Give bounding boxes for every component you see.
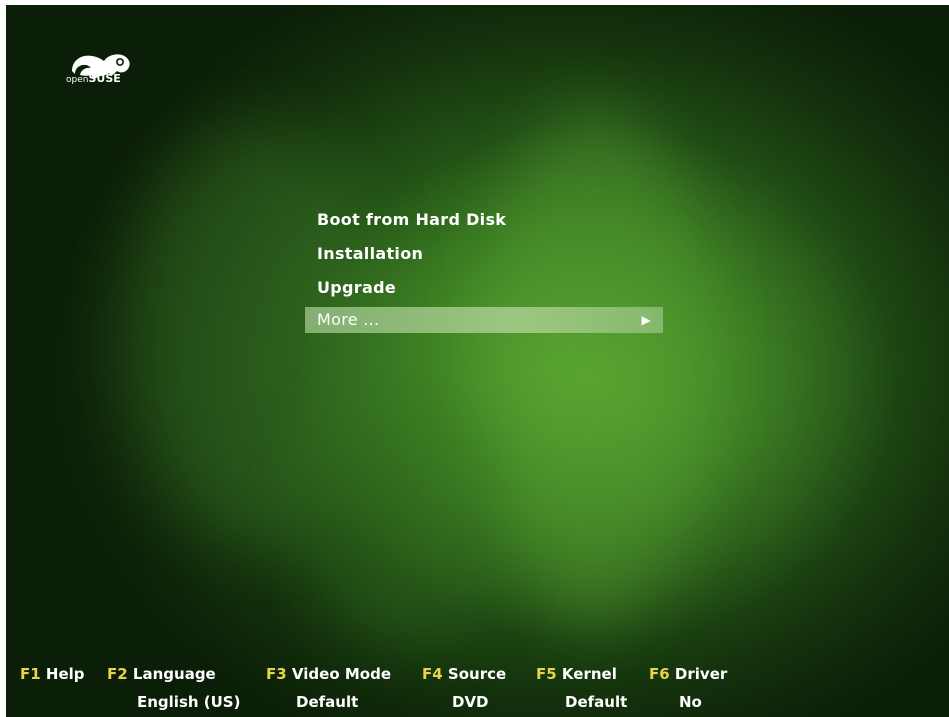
fkey-driver[interactable]: F6 Driver <box>649 665 727 683</box>
video-mode-value: Default <box>296 693 359 711</box>
function-key-bar: F1 Help F2 Language English (US) F3 Vide… <box>20 665 949 717</box>
boot-menu[interactable]: Boot from Hard Disk Installation Upgrade… <box>305 205 663 337</box>
fkey-help[interactable]: F1 Help <box>20 665 85 683</box>
menu-item-boot-hard-disk[interactable]: Boot from Hard Disk <box>305 205 663 235</box>
driver-value: No <box>679 693 702 711</box>
boot-screen: openSUSE Boot from Hard Disk Installatio… <box>6 5 949 717</box>
background-glow <box>306 385 506 645</box>
menu-item-label: Boot from Hard Disk <box>317 210 507 229</box>
submenu-arrow-icon: ▶ <box>641 313 651 327</box>
source-value: DVD <box>452 693 489 711</box>
fkey-kernel[interactable]: F5 Kernel <box>536 665 617 683</box>
menu-item-upgrade[interactable]: Upgrade <box>305 273 663 303</box>
fkey-video-mode[interactable]: F3 Video Mode <box>266 665 391 683</box>
menu-item-label: Installation <box>317 244 424 263</box>
menu-item-label: Upgrade <box>317 278 396 297</box>
opensuse-logo-text: openSUSE <box>66 72 121 85</box>
fkey-language[interactable]: F2 Language <box>107 665 216 683</box>
kernel-value: Default <box>565 693 628 711</box>
background-glow <box>486 105 706 625</box>
menu-item-more[interactable]: More ... ▶ <box>305 307 663 333</box>
language-value: English (US) <box>137 693 241 711</box>
menu-item-label: More ... <box>317 310 380 329</box>
menu-item-installation[interactable]: Installation <box>305 239 663 269</box>
fkey-source[interactable]: F4 Source <box>422 665 506 683</box>
